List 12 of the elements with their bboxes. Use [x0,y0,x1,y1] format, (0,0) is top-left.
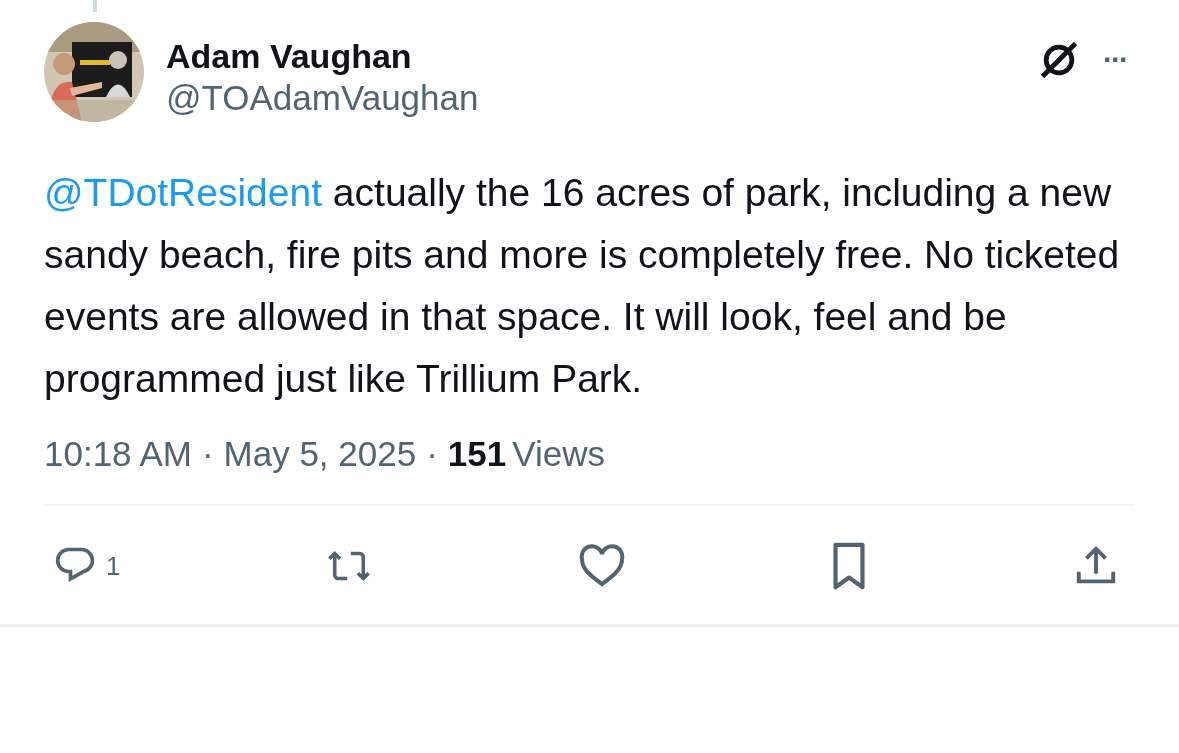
separator-dot: · [426,434,438,474]
tweet-date[interactable]: May 5, 2025 [223,434,417,474]
more-icon[interactable]: ··· [1103,43,1127,77]
author-handle[interactable]: @TOAdamVaughan [166,76,1015,120]
author-name[interactable]: Adam Vaughan [166,36,1015,76]
tweet-text: @TDotResident actually the 16 acres of park, including a new sandy beach, fire pits and more is completely free. No ticketed events are allowed in that space. It will look, feel and be programmed just like Trillium Park. [44,170,1121,402]
heart-icon[interactable] [577,544,626,588]
views-label: Views [512,434,605,474]
separator-dot: · [201,434,214,474]
reply-count: 1 [106,550,121,582]
tweet-time[interactable]: 10:18 AM [44,434,192,474]
views-count: 151 [447,434,507,474]
